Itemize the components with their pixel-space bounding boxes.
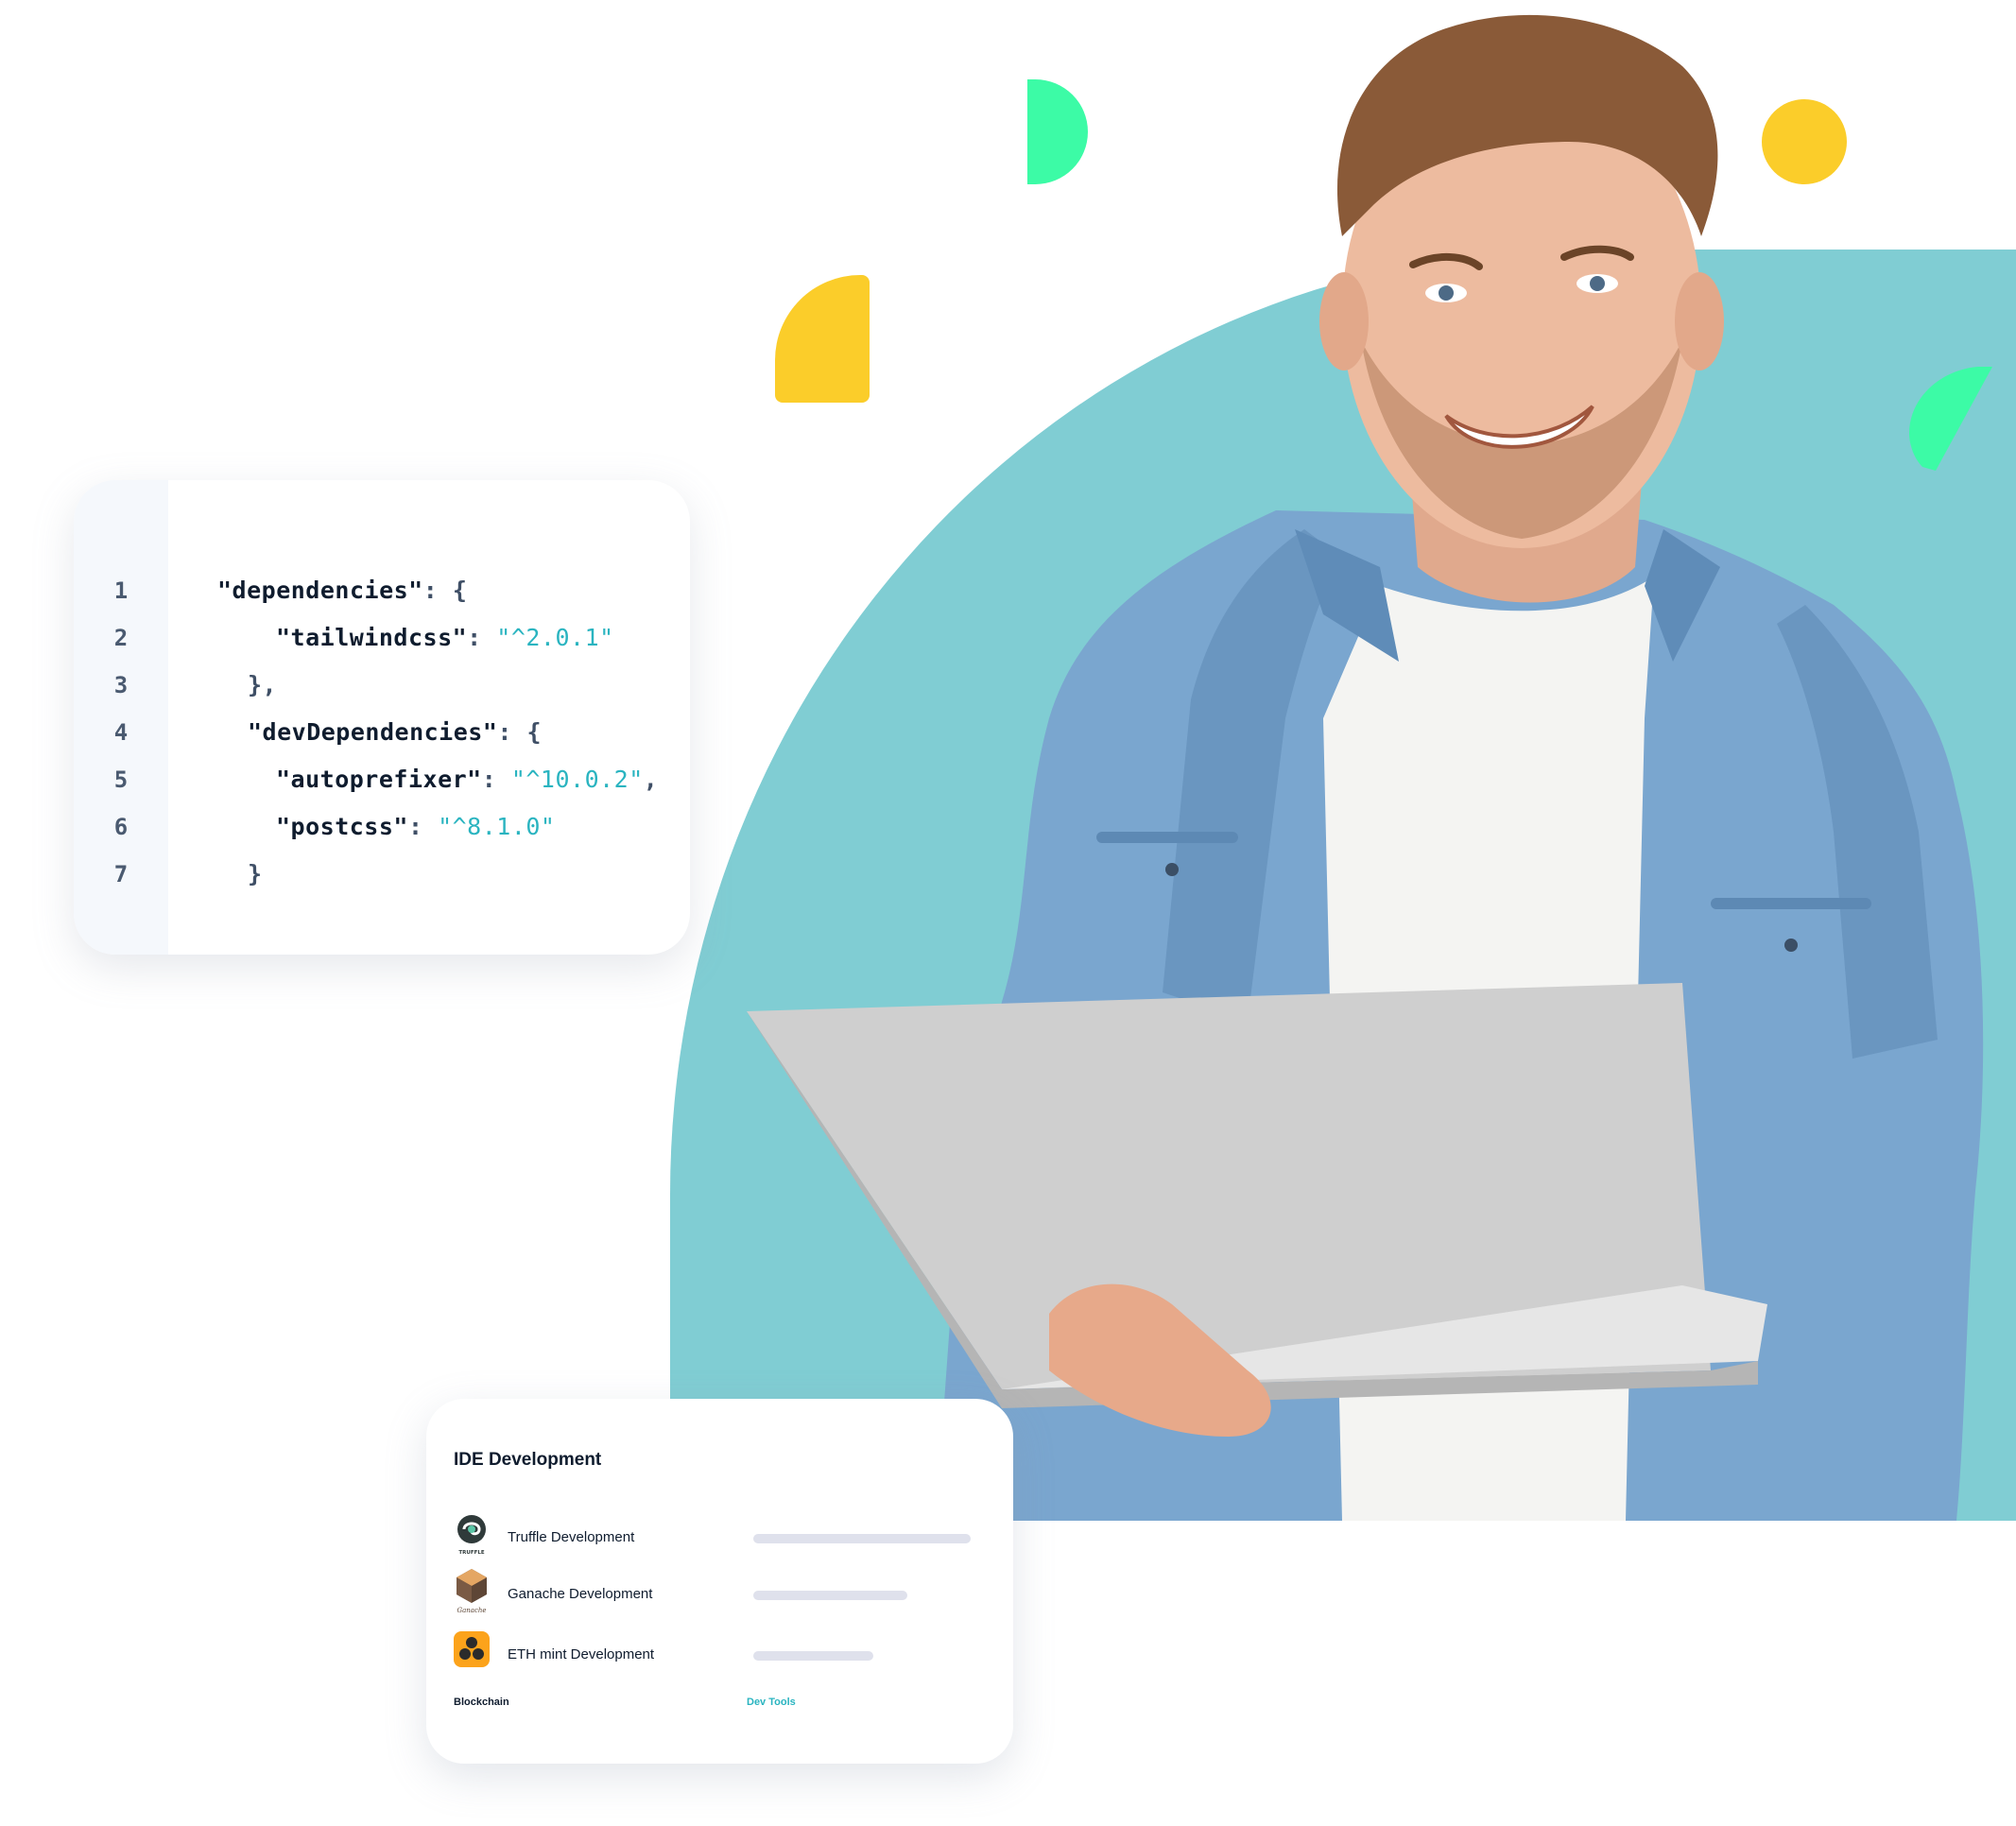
svg-text:TRUFFLE: TRUFFLE xyxy=(458,1550,484,1556)
list-item-label: ETH mint Development xyxy=(508,1646,655,1662)
code-snippet-card: 1 2 3 4 5 6 7 "dependencies": { "tailwin… xyxy=(74,480,690,955)
progress-bar xyxy=(753,1591,907,1600)
line-number: 2 xyxy=(113,625,129,651)
code-line: "devDependencies": { xyxy=(248,718,543,746)
line-number: 3 xyxy=(113,672,129,698)
truffle-logo-icon: TRUFFLE xyxy=(457,1515,486,1556)
progress-bar xyxy=(753,1534,971,1543)
progress-bar xyxy=(753,1651,873,1661)
code-line: } xyxy=(248,860,263,887)
code-line: "tailwindcss": "^2.0.1" xyxy=(276,624,614,651)
line-number: 7 xyxy=(113,861,129,887)
svg-text:Ganache: Ganache xyxy=(457,1607,486,1614)
ganache-logo-icon: Ganache xyxy=(457,1569,487,1614)
code-line: "dependencies": { xyxy=(217,577,468,604)
line-number: 5 xyxy=(113,767,129,793)
code-line: "postcss": "^8.1.0" xyxy=(276,813,556,840)
line-number: 1 xyxy=(113,577,129,604)
category-label: Blockchain xyxy=(454,1697,509,1708)
person-with-laptop-illustration xyxy=(747,14,1984,1521)
list-item-label: Truffle Development xyxy=(508,1529,635,1545)
line-number: 6 xyxy=(113,814,129,840)
dev-tools-link[interactable]: Dev Tools xyxy=(747,1697,796,1708)
eth-mint-logo-icon xyxy=(454,1631,490,1667)
card-title: IDE Development xyxy=(454,1450,602,1470)
code-line: }, xyxy=(248,671,278,698)
list-item-label: Ganache Development xyxy=(508,1586,653,1602)
ide-development-card: IDE Development TRUFFLE Truffle Developm… xyxy=(426,1399,1013,1764)
line-number: 4 xyxy=(113,719,129,746)
code-line: "autoprefixer": "^10.0.2", xyxy=(276,766,659,793)
